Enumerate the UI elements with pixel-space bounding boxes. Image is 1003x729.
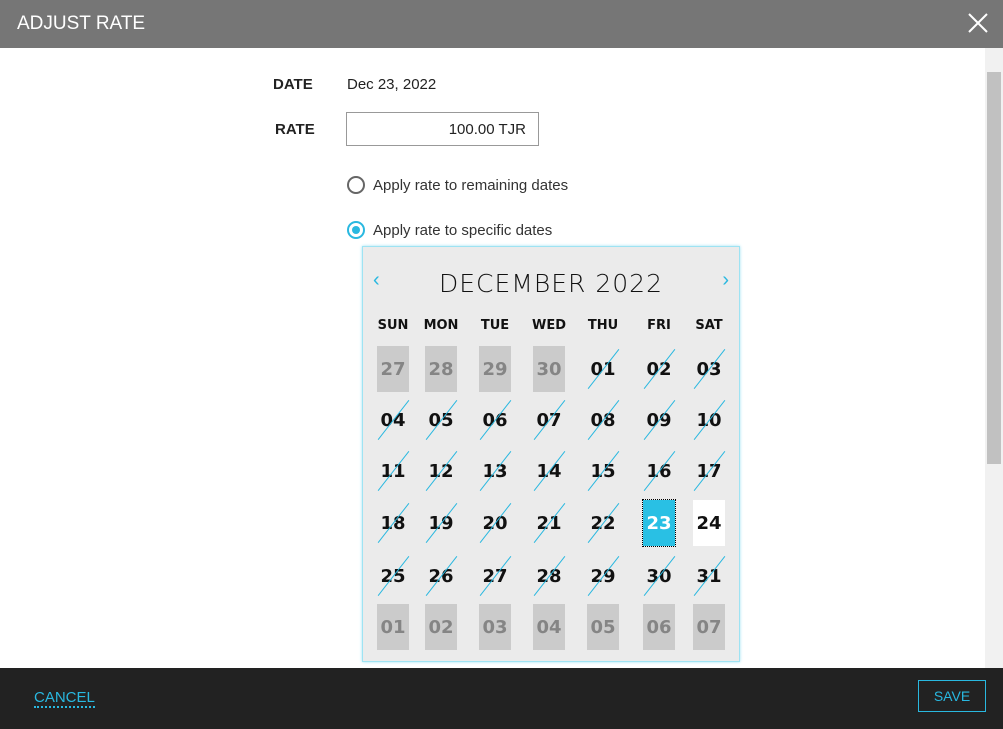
calendar-day[interactable]: 19: [425, 500, 457, 546]
calendar-day[interactable]: 25: [377, 553, 409, 599]
weekday-header: SAT: [695, 318, 723, 333]
calendar-day: 02: [425, 604, 457, 650]
weekday-header: THU: [587, 318, 619, 333]
calendar-day: 05: [587, 604, 619, 650]
calendar-day: 06: [643, 604, 675, 650]
calendar-day[interactable]: 12: [425, 448, 457, 494]
calendar-day: 01: [377, 604, 409, 650]
calendar-day[interactable]: 05: [425, 397, 457, 443]
calendar-day[interactable]: 13: [479, 448, 511, 494]
calendar-day[interactable]: 07: [533, 397, 565, 443]
calendar-day[interactable]: 28: [533, 553, 565, 599]
dialog-header: ADJUST RATE: [0, 0, 1003, 48]
calendar-day[interactable]: 08: [587, 397, 619, 443]
calendar-day[interactable]: 26: [425, 553, 457, 599]
calendar-day[interactable]: 06: [479, 397, 511, 443]
weekday-header: WED: [531, 318, 566, 333]
calendar-day[interactable]: 09: [643, 397, 675, 443]
calendar: ‹ DECEMBER 2022 › SUN MON TUE WED THU FRI SAT 2…: [362, 246, 740, 662]
calendar-day: 29: [479, 346, 511, 392]
calendar-day[interactable]: 23: [642, 499, 676, 547]
calendar-day: 07: [693, 604, 725, 650]
calendar-day[interactable]: 03: [693, 346, 725, 392]
calendar-day[interactable]: 11: [377, 448, 409, 494]
calendar-day[interactable]: 02: [643, 346, 675, 392]
cancel-button[interactable]: CANCEL: [34, 689, 95, 708]
next-month-icon[interactable]: ›: [722, 269, 729, 292]
weekday-header: SUN: [377, 318, 409, 333]
weekday-header: FRI: [647, 318, 671, 333]
calendar-day: 27: [377, 346, 409, 392]
calendar-day[interactable]: 10: [693, 397, 725, 443]
calendar-day: 28: [425, 346, 457, 392]
calendar-day[interactable]: 18: [377, 500, 409, 546]
calendar-day: 30: [533, 346, 565, 392]
calendar-day[interactable]: 04: [377, 397, 409, 443]
dialog-title: ADJUST RATE: [17, 13, 146, 34]
calendar-day[interactable]: 15: [587, 448, 619, 494]
calendar-day[interactable]: 27: [479, 553, 511, 599]
radio-specific-label: Apply rate to specific dates: [373, 221, 553, 239]
calendar-day: 03: [479, 604, 511, 650]
calendar-day[interactable]: 22: [587, 500, 619, 546]
calendar-day[interactable]: 24: [693, 500, 725, 546]
calendar-day[interactable]: 29: [587, 553, 619, 599]
date-label: DATE: [273, 76, 313, 93]
rate-input[interactable]: 100.00 TJR: [346, 112, 539, 146]
date-value: Dec 23, 2022: [347, 76, 437, 93]
radio-specific-dates[interactable]: Apply rate to specific dates: [347, 221, 552, 239]
save-button[interactable]: SAVE: [918, 680, 986, 712]
weekday-header: TUE: [480, 318, 510, 333]
calendar-day[interactable]: 14: [533, 448, 565, 494]
rate-label: RATE: [275, 121, 315, 138]
close-icon[interactable]: [965, 10, 991, 36]
calendar-day[interactable]: 17: [693, 448, 725, 494]
dialog-footer: CANCEL SAVE: [0, 668, 1003, 729]
scrollbar[interactable]: [985, 48, 1003, 668]
calendar-day[interactable]: 31: [693, 553, 725, 599]
scrollbar-thumb[interactable]: [987, 72, 1001, 464]
calendar-day[interactable]: 16: [643, 448, 675, 494]
calendar-day[interactable]: 21: [533, 500, 565, 546]
month-title: DECEMBER 2022: [439, 269, 663, 298]
radio-unchecked-icon[interactable]: [347, 176, 365, 194]
radio-remaining-dates[interactable]: Apply rate to remaining dates: [347, 176, 568, 194]
calendar-day: 04: [533, 604, 565, 650]
radio-remaining-label: Apply rate to remaining dates: [373, 176, 569, 194]
weekday-header: MON: [423, 318, 459, 333]
radio-checked-icon[interactable]: [347, 221, 365, 239]
calendar-day[interactable]: 20: [479, 500, 511, 546]
calendar-day[interactable]: 01: [587, 346, 619, 392]
calendar-day[interactable]: 30: [643, 553, 675, 599]
